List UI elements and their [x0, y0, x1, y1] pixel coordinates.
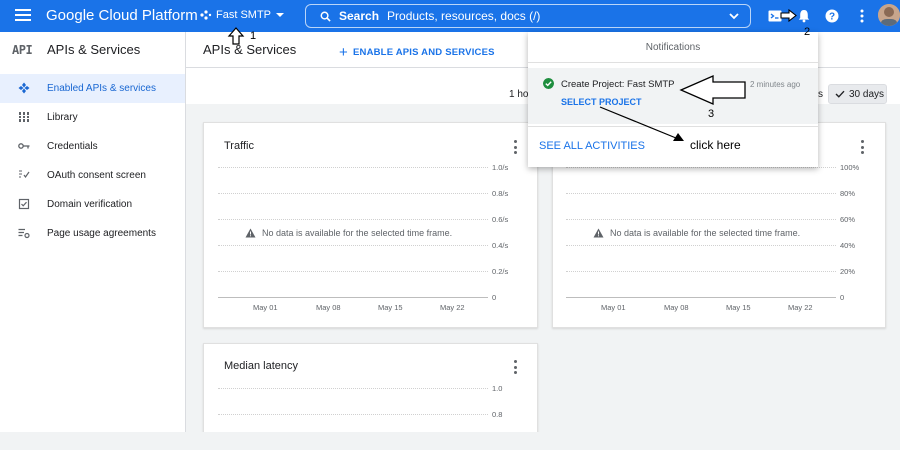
annotation-arrow-1	[227, 27, 245, 45]
annotation-label-2: 2	[804, 26, 811, 38]
annotation-pointer-line	[599, 106, 677, 139]
annotation-arrow-2	[780, 8, 797, 23]
annotation-label-3: 3	[708, 108, 715, 120]
annotation-label-1: 1	[250, 30, 257, 42]
annotation-click-here: click here	[690, 138, 741, 152]
annotation-overlay	[227, 8, 797, 141]
annotation-arrow-3	[679, 75, 746, 105]
